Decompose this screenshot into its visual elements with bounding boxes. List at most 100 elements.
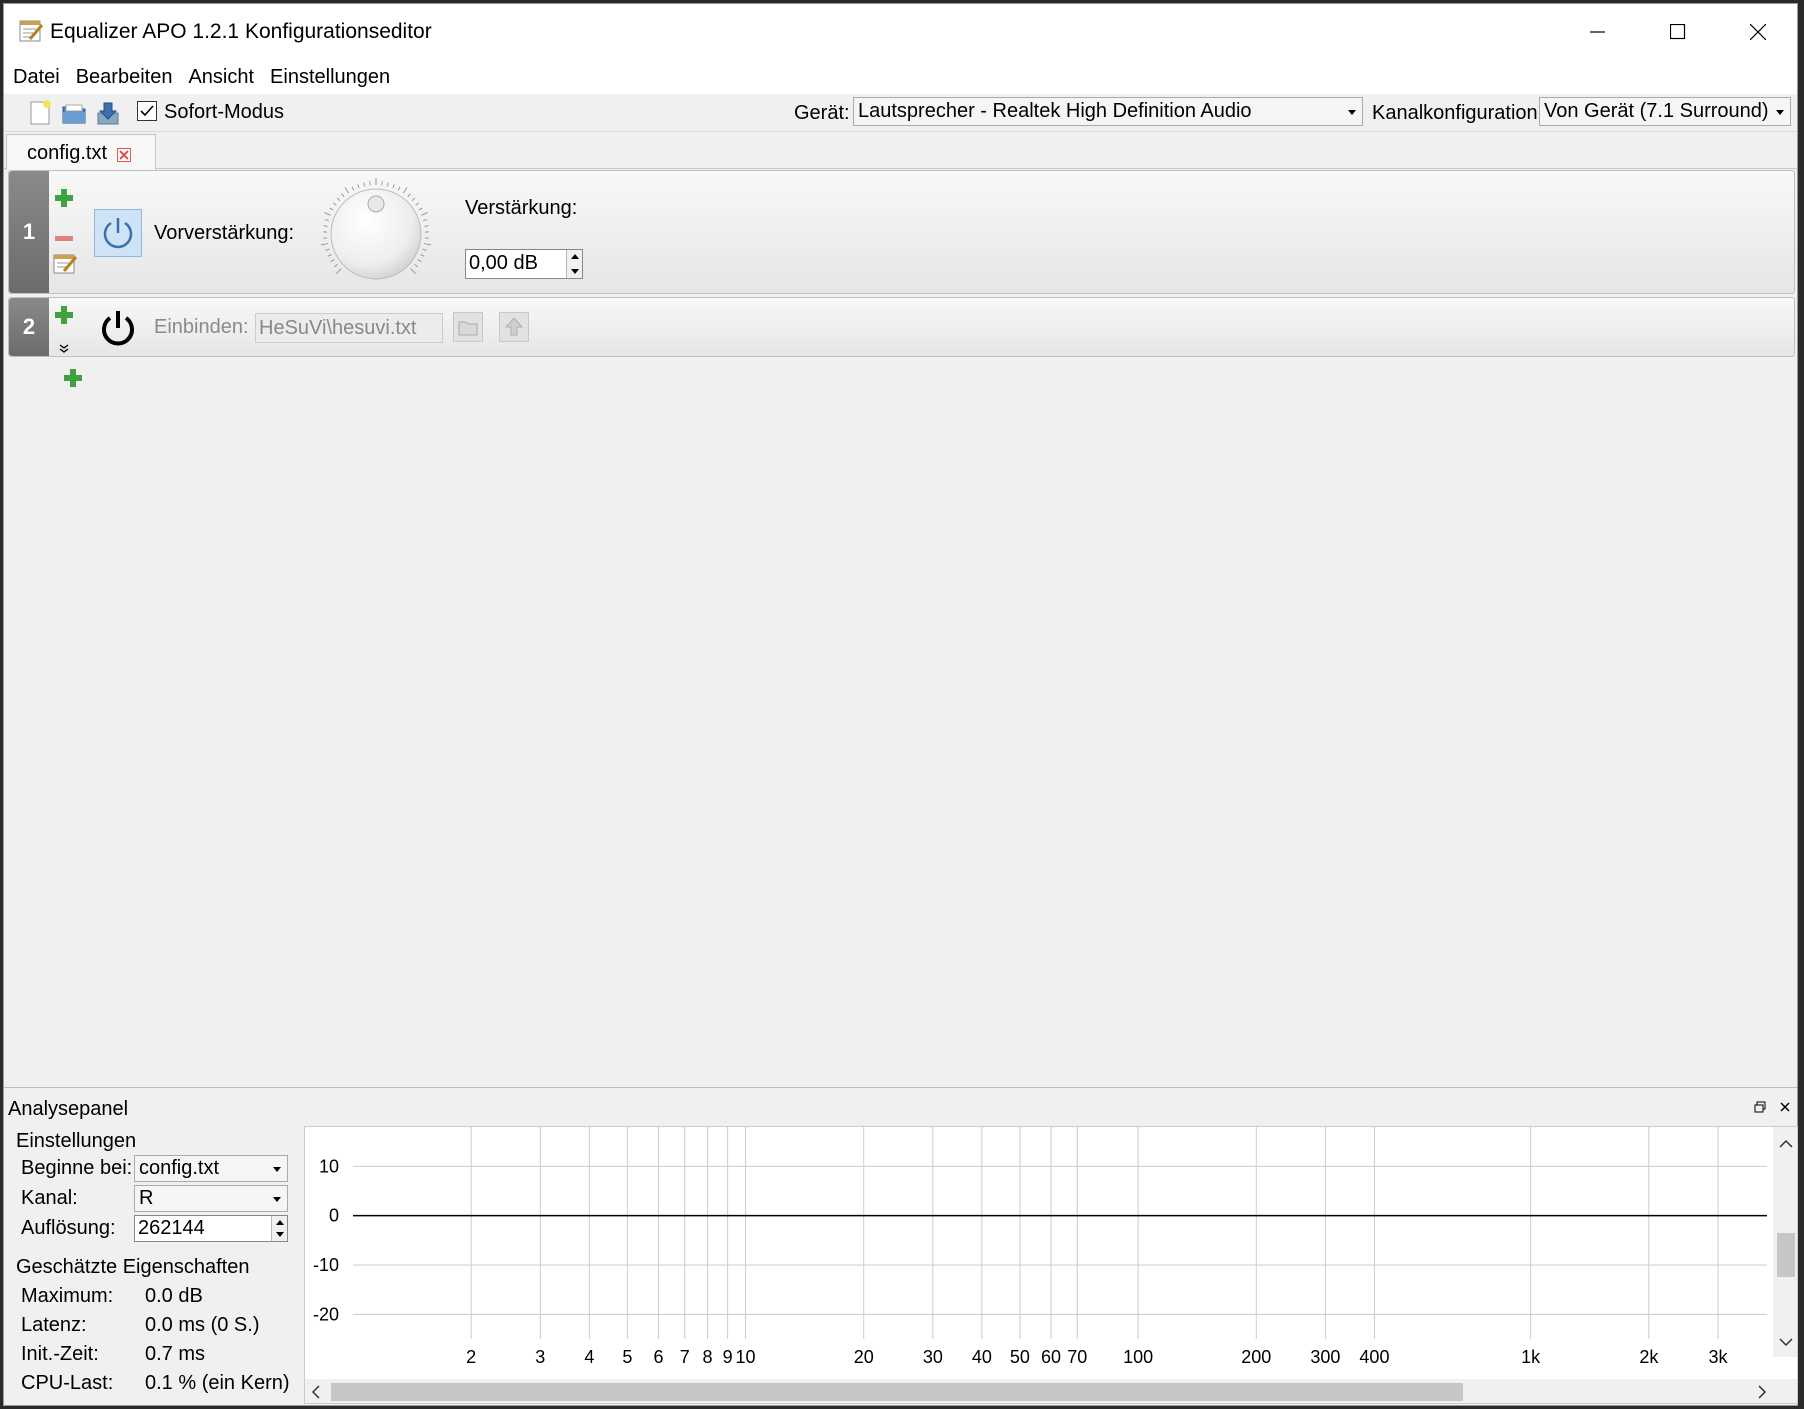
- app-window: Equalizer APO 1.2.1 Konfigurationseditor…: [3, 3, 1798, 1406]
- gain-spinbox[interactable]: 0,00 dB: [465, 249, 583, 279]
- x-tick-label: 6: [653, 1347, 663, 1367]
- knob-tick: [421, 212, 428, 216]
- float-panel-icon[interactable]: [1754, 1100, 1766, 1116]
- knob-tick: [402, 187, 408, 194]
- power-toggle-button[interactable]: [96, 306, 140, 350]
- sofort-modus-label: Sofort-Modus: [164, 101, 285, 123]
- x-tick-label: 9: [723, 1347, 733, 1367]
- tab-label: config.txt: [27, 142, 108, 164]
- knob-tick: [414, 263, 418, 268]
- tab-config-txt[interactable]: config.txt: [6, 134, 156, 170]
- close-panel-icon[interactable]: [1779, 1100, 1791, 1116]
- x-tick-label: 40: [972, 1347, 992, 1367]
- folder-icon: [458, 321, 478, 336]
- add-filter-icon[interactable]: [55, 189, 73, 213]
- x-tick-label: 30: [923, 1347, 943, 1367]
- chevron-down-icon: [273, 1196, 281, 1202]
- kanal-select[interactable]: R: [134, 1185, 288, 1212]
- spin-up-icon[interactable]: [276, 1220, 284, 1225]
- init-zeit-label: Init.-Zeit:: [21, 1343, 99, 1365]
- power-icon: [102, 311, 134, 346]
- horizontal-scroll-thumb: [331, 1383, 1463, 1401]
- filter-row-include: 2 Einbinden: HeSuVi\hesuvi.txt: [8, 297, 1795, 357]
- add-filter-end-icon[interactable]: [64, 369, 82, 393]
- x-tick-label: 3k: [1708, 1347, 1728, 1367]
- maximize-button[interactable]: [1638, 4, 1718, 60]
- einstellungen-group-title: Einstellungen: [16, 1130, 137, 1152]
- spin-up-icon[interactable]: [571, 254, 579, 259]
- power-toggle-button[interactable]: [94, 209, 142, 257]
- new-file-icon[interactable]: [26, 99, 54, 127]
- kanal-label: Kanal:: [21, 1187, 78, 1209]
- tab-close-icon[interactable]: [117, 145, 131, 162]
- knob-tick: [422, 248, 427, 251]
- close-button[interactable]: [1718, 4, 1798, 60]
- x-tick-label: 2k: [1639, 1347, 1659, 1367]
- beginne-select[interactable]: config.txt: [134, 1155, 288, 1182]
- knob-tick: [341, 193, 345, 198]
- save-icon[interactable]: [94, 99, 122, 127]
- knob-tick: [327, 254, 332, 257]
- upload-arrow-icon: [504, 317, 524, 336]
- gain-value: 0,00 dB: [469, 252, 538, 274]
- menu-datei[interactable]: Datei: [4, 60, 68, 94]
- knob-tick: [330, 259, 335, 263]
- y-tick-label: -20: [313, 1304, 339, 1324]
- spin-down-icon[interactable]: [571, 269, 579, 274]
- frequency-response-graph[interactable]: 2 3 4 5 6 7 8 9 10 20 30 40 50 60 70 100 200 300 400 1k 2k 3k…: [304, 1126, 1798, 1404]
- init-zeit-value: 0.7 ms: [145, 1343, 206, 1365]
- knob-tick: [417, 259, 422, 263]
- spin-buttons[interactable]: [566, 250, 582, 278]
- kanal-select-value: R: [139, 1187, 154, 1209]
- knob-tick: [418, 207, 423, 211]
- menu-bar: Datei Bearbeiten Ansicht Einstellungen: [4, 60, 1797, 94]
- sofort-modus-checkbox[interactable]: [137, 101, 157, 121]
- edit-include-button[interactable]: [499, 312, 529, 342]
- expand-chevron-icon[interactable]: [58, 338, 70, 361]
- spin-buttons[interactable]: [271, 1216, 287, 1241]
- maximum-value: 0.0 dB: [145, 1285, 203, 1307]
- kanalkonfiguration-select[interactable]: Von Gerät (7.1 Surround): [1539, 97, 1791, 126]
- knob-tick: [323, 225, 328, 227]
- knob-tick: [351, 186, 355, 191]
- knob-tick: [410, 268, 416, 274]
- kanalkonfiguration-label: Kanalkonfiguration:: [1372, 102, 1544, 124]
- knob-tick: [411, 197, 416, 202]
- geraet-label: Gerät:: [794, 102, 850, 124]
- remove-filter-icon[interactable]: [55, 225, 73, 248]
- toolbar: Sofort-Modus Gerät: Lautsprecher - Realt…: [4, 94, 1797, 132]
- aufloesung-spinbox[interactable]: 262144: [134, 1215, 288, 1242]
- knob-tick: [324, 219, 329, 222]
- checkmark-icon: [140, 105, 154, 117]
- vertical-scroll-thumb: [1777, 1233, 1795, 1277]
- knob-tick: [334, 263, 338, 268]
- power-icon: [103, 218, 133, 249]
- add-filter-icon[interactable]: [55, 306, 73, 330]
- x-tick-label: 300: [1310, 1347, 1340, 1367]
- minimize-button[interactable]: [1558, 4, 1638, 60]
- x-tick-label: 50: [1010, 1347, 1030, 1367]
- geraet-select-value: Lautsprecher - Realtek High Definition A…: [858, 100, 1252, 122]
- knob-tick: [424, 225, 429, 227]
- menu-bearbeiten[interactable]: Bearbeiten: [68, 60, 181, 94]
- beginne-label: Beginne bei:: [21, 1157, 133, 1179]
- minimize-icon: [1590, 31, 1605, 33]
- open-folder-icon[interactable]: [60, 99, 88, 127]
- edit-notepad-icon[interactable]: [52, 251, 78, 281]
- spin-down-icon[interactable]: [276, 1232, 284, 1237]
- tab-bar: config.txt: [4, 132, 1797, 170]
- gain-knob[interactable]: [319, 177, 433, 291]
- menu-ansicht[interactable]: Ansicht: [180, 60, 262, 94]
- geraet-select[interactable]: Lautsprecher - Realtek High Definition A…: [853, 97, 1363, 126]
- filter-row-number: 2: [9, 298, 49, 356]
- knob-tick: [397, 186, 401, 191]
- x-tick-label: 200: [1241, 1347, 1271, 1367]
- maximize-icon: [1670, 24, 1686, 40]
- cpu-last-value: 0.1 % (ein Kern): [145, 1372, 290, 1394]
- menu-einstellungen[interactable]: Einstellungen: [262, 60, 398, 94]
- knob-tick: [415, 202, 420, 206]
- include-file-field[interactable]: HeSuVi\hesuvi.txt: [255, 313, 443, 343]
- open-file-button[interactable]: [453, 312, 483, 342]
- vorverstaerkung-label: Vorverstärkung:: [154, 222, 295, 244]
- maximum-label: Maximum:: [21, 1285, 114, 1307]
